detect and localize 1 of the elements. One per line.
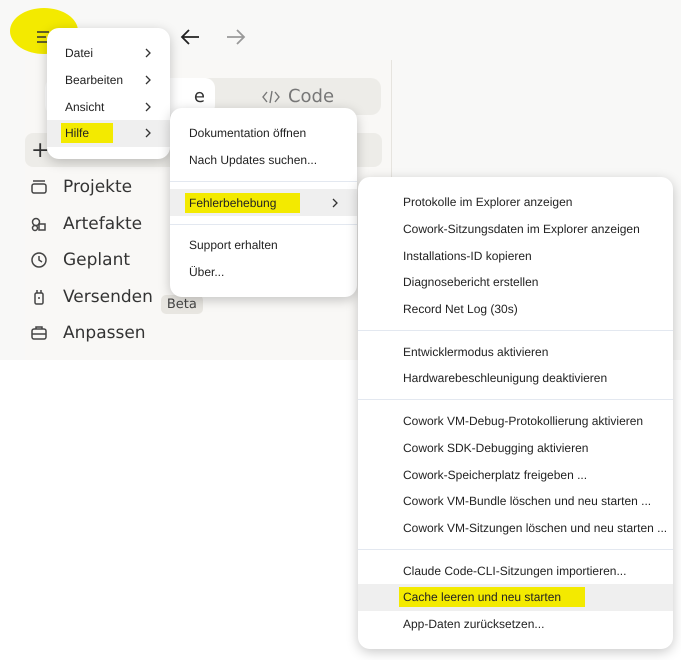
beta-badge: Beta [160,295,203,314]
